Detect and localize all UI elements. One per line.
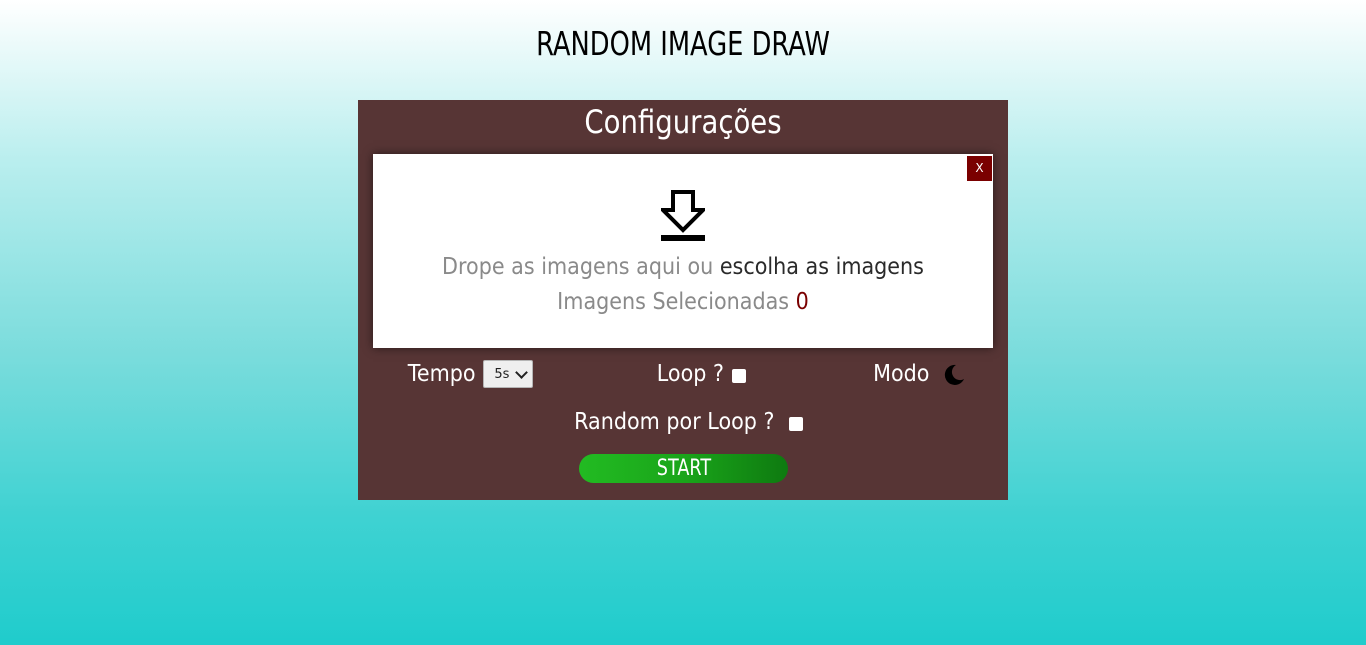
tempo-select[interactable]: 5s [483,360,534,388]
random-loop-control: Random por Loop ? [358,406,1008,438]
choose-images-link[interactable]: escolha as imagens [720,254,924,280]
drop-instructions: Drope as imagens aqui ou escolha as imag… [404,252,962,282]
chevron-down-icon [515,365,529,379]
selected-images: Imagens Selecionadas 0 [404,287,962,317]
tempo-control: Tempo 5s [404,358,534,390]
loop-checkbox[interactable] [731,369,746,383]
start-label: START [656,456,711,481]
app-title: RANDOM IMAGE DRAW [536,24,830,63]
download-icon [661,190,705,241]
close-button[interactable]: X [967,156,992,181]
panel-title: Configurações [584,103,782,141]
random-loop-label: Random por Loop ? [573,409,775,435]
tempo-value: 5s [494,366,510,382]
settings-panel: Configurações Drope as imagens aqui ou e… [358,100,1008,500]
mode-control: Modo [870,358,965,390]
loop-label: Loop ? [656,361,724,387]
selected-count: 0 [795,289,809,315]
start-button[interactable]: START [579,454,788,483]
mode-label: Modo [873,361,930,387]
random-loop-checkbox[interactable] [789,417,804,431]
drop-prefix: Drope as imagens aqui ou [442,254,720,280]
tempo-label: Tempo [407,361,476,387]
image-dropzone[interactable]: Drope as imagens aqui ou escolha as imag… [373,154,993,348]
moon-icon[interactable] [943,364,965,386]
loop-control: Loop ? [653,358,746,390]
selected-label: Imagens Selecionadas [557,289,796,315]
